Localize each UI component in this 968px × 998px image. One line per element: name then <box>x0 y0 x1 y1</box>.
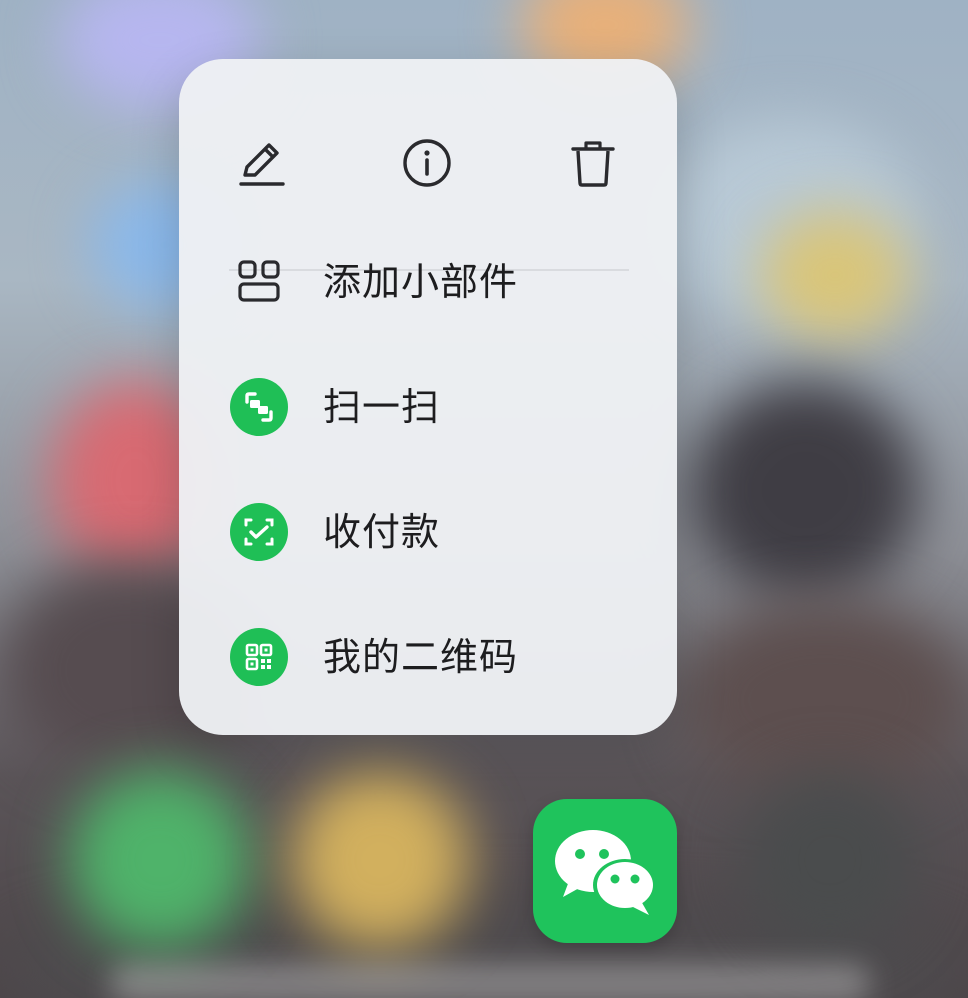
menu-item-payment[interactable]: 收付款 <box>179 487 677 577</box>
wechat-icon <box>555 830 657 915</box>
blurred-dock-icon <box>70 770 250 950</box>
dock-highlight <box>110 964 870 998</box>
qr-code-icon <box>230 628 288 686</box>
edit-button[interactable] <box>231 133 291 193</box>
menu-item-scan[interactable]: 扫一扫 <box>179 362 677 452</box>
blurred-dock-icon <box>290 770 470 950</box>
menu-item-label: 收付款 <box>323 510 441 554</box>
app-context-menu: 添加小部件 扫一扫 收付款 我的二维码 <box>179 59 677 735</box>
menu-item-label: 扫一扫 <box>323 385 441 429</box>
widgets-icon <box>230 253 288 311</box>
scan-icon <box>230 378 288 436</box>
blurred-dock-icon <box>740 770 920 950</box>
menu-item-add-widget[interactable]: 添加小部件 <box>179 237 677 327</box>
delete-button[interactable] <box>563 133 623 193</box>
trash-icon <box>571 141 615 187</box>
blurred-app-icon <box>760 210 910 340</box>
wechat-app-icon[interactable] <box>533 799 677 943</box>
pencil-icon <box>239 143 285 186</box>
payment-icon <box>230 503 288 561</box>
info-icon <box>403 139 451 187</box>
menu-item-label: 我的二维码 <box>323 635 519 679</box>
blurred-app-icon <box>690 380 920 600</box>
info-button[interactable] <box>397 133 457 193</box>
menu-item-my-qr-code[interactable]: 我的二维码 <box>179 612 677 702</box>
quick-actions-row <box>179 59 677 209</box>
menu-item-label: 添加小部件 <box>323 260 519 304</box>
